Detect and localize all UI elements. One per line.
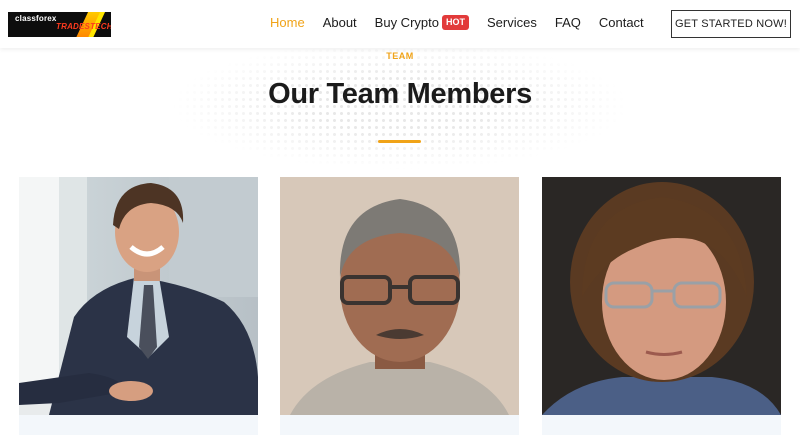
get-started-button[interactable]: GET STARTED NOW! <box>671 10 791 38</box>
nav-item-services[interactable]: Services <box>487 15 537 30</box>
team-member-photo-young-man-suit <box>19 177 258 415</box>
logo-text-secondary: TRADESTECH <box>56 22 111 31</box>
team-card[interactable] <box>280 177 519 435</box>
team-member-photo-older-man-glasses <box>280 177 519 415</box>
nav-item-about[interactable]: About <box>323 15 357 30</box>
nav-item-buy-crypto[interactable]: Buy Crypto HOT <box>375 15 469 30</box>
team-member-photo-woman-curly-hair <box>542 177 781 415</box>
logo-text-primary: classforex <box>15 14 57 23</box>
nav-item-buy-crypto-label: Buy Crypto <box>374 15 439 30</box>
team-card[interactable] <box>542 177 781 435</box>
section-eyebrow: TEAM <box>386 51 414 61</box>
hot-badge: HOT <box>441 15 469 30</box>
title-underline <box>378 140 421 143</box>
team-card-info <box>280 415 519 435</box>
section-title: Our Team Members <box>268 78 532 110</box>
nav-item-home[interactable]: Home <box>270 15 305 30</box>
main-nav: Home About Buy Crypto HOT Services FAQ C… <box>270 15 662 30</box>
nav-item-faq[interactable]: FAQ <box>555 15 581 30</box>
nav-item-contact[interactable]: Contact <box>599 15 644 30</box>
site-logo[interactable]: classforex TRADESTECH <box>8 12 111 37</box>
team-card-info <box>542 415 781 435</box>
team-card[interactable] <box>19 177 258 435</box>
team-card-info <box>19 415 258 435</box>
site-header: classforex TRADESTECH Home About Buy Cry… <box>0 0 800 48</box>
